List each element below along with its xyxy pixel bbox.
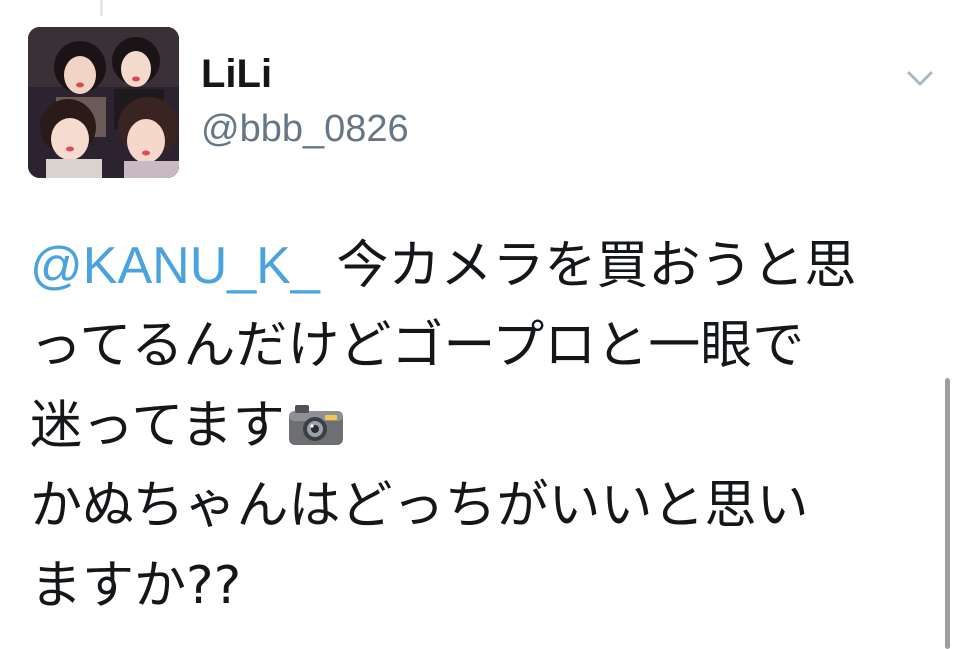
user-handle[interactable]: @bbb_0826 xyxy=(201,106,409,152)
avatar[interactable] xyxy=(28,27,179,178)
mention-link[interactable]: @KANU_K_ xyxy=(30,237,320,295)
display-name[interactable]: LiLi xyxy=(201,50,272,98)
avatar-photo xyxy=(28,27,179,178)
scrollbar[interactable] xyxy=(945,378,950,649)
tweet-line: ますか?? xyxy=(30,556,242,616)
tweet-line: 迷ってます xyxy=(30,386,910,466)
thread-connector-line xyxy=(100,0,103,16)
tweet-text-segment: 迷ってます xyxy=(30,396,285,456)
camera-emoji-icon xyxy=(287,390,345,445)
tweet-text-segment: 今カメラを買おうと思 xyxy=(319,236,857,296)
chevron-down-icon[interactable] xyxy=(904,64,936,92)
tweet-line: ってるんだけどゴープロと一眼で xyxy=(30,316,805,376)
tweet-text: @KANU_K_ 今カメラを買おうと思 ってるんだけどゴープロと一眼で 迷ってま… xyxy=(30,226,910,626)
tweet-line: @KANU_K_ 今カメラを買おうと思 xyxy=(30,226,910,306)
tweet-line: かぬちゃんはどっちがいいと思い xyxy=(30,476,809,536)
